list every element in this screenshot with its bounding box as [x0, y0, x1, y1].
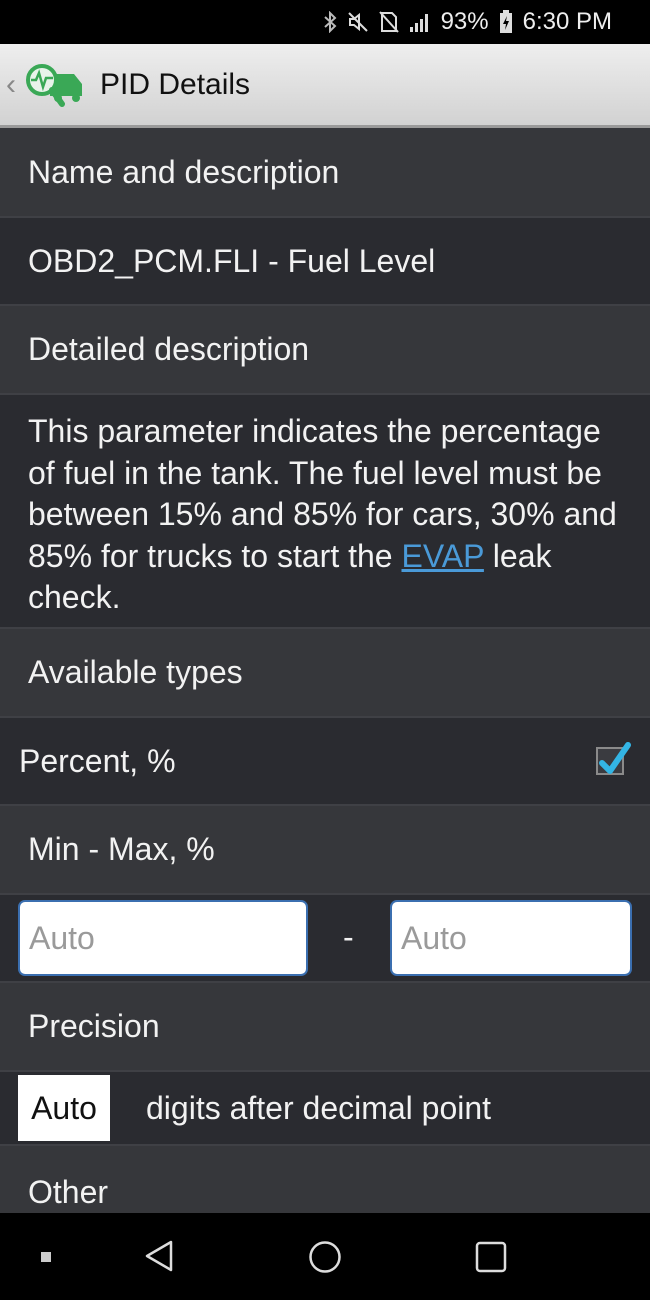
evap-link[interactable]: EVAP — [401, 538, 483, 574]
section-header-label: Detailed description — [28, 331, 310, 367]
section-header-detail: Detailed description — [0, 306, 650, 395]
max-input-placeholder: Auto — [401, 919, 467, 956]
status-bar: 93% 6:30 PM — [0, 0, 650, 44]
detailed-description: This parameter indicates the percentage … — [0, 395, 650, 629]
type-option-row[interactable]: Percent, % — [0, 718, 650, 806]
section-header-minmax: Min - Max, % — [0, 806, 650, 895]
section-header-label: Other — [28, 1174, 109, 1210]
back-icon[interactable] — [144, 1240, 174, 1272]
signal-icon — [409, 14, 428, 32]
min-input[interactable]: Auto — [18, 900, 308, 976]
section-header-precision: Precision — [0, 983, 650, 1072]
back-chevron-icon[interactable]: ‹ — [6, 68, 18, 102]
section-header-types: Available types — [0, 629, 650, 718]
precision-input[interactable]: Auto — [18, 1075, 110, 1141]
min-input-placeholder: Auto — [29, 919, 95, 956]
battery-charging-icon — [499, 10, 512, 33]
range-separator: - — [343, 919, 354, 955]
min-max-row: Auto - Auto — [0, 895, 650, 983]
precision-suffix: digits after decimal point — [146, 1090, 492, 1126]
no-sim-icon — [378, 11, 399, 33]
type-option-label: Percent, % — [19, 742, 176, 779]
dot-indicator-icon — [41, 1252, 51, 1262]
type-checkbox[interactable] — [596, 742, 631, 775]
section-header-label: Name and description — [28, 153, 340, 190]
precision-row: Auto digits after decimal point — [0, 1072, 650, 1146]
section-header-other: Other — [0, 1146, 650, 1213]
navigation-bar — [0, 1213, 650, 1300]
max-input[interactable]: Auto — [390, 900, 632, 976]
pid-details-list[interactable]: Name and description OBD2_PCM.FLI - Fuel… — [0, 128, 650, 1213]
recents-icon[interactable] — [475, 1241, 507, 1273]
battery-percent: 93% — [440, 8, 489, 35]
app-logo-icon[interactable] — [20, 60, 90, 110]
precision-value: Auto — [31, 1089, 97, 1126]
home-icon[interactable] — [308, 1240, 342, 1274]
page-title: PID Details — [100, 67, 251, 101]
clock: 6:30 PM — [522, 8, 612, 35]
section-header-label: Precision — [28, 1008, 160, 1044]
section-header-name: Name and description — [0, 128, 650, 218]
pid-name-value: OBD2_PCM.FLI - Fuel Level — [28, 242, 436, 279]
section-header-label: Min - Max, % — [28, 831, 215, 867]
section-header-label: Available types — [28, 654, 243, 690]
app-bar: ‹ PID Details — [0, 44, 650, 128]
pid-name-row: OBD2_PCM.FLI - Fuel Level — [0, 218, 650, 306]
mute-icon — [347, 12, 368, 32]
bluetooth-icon — [323, 11, 337, 33]
checkmark-icon — [599, 742, 631, 774]
